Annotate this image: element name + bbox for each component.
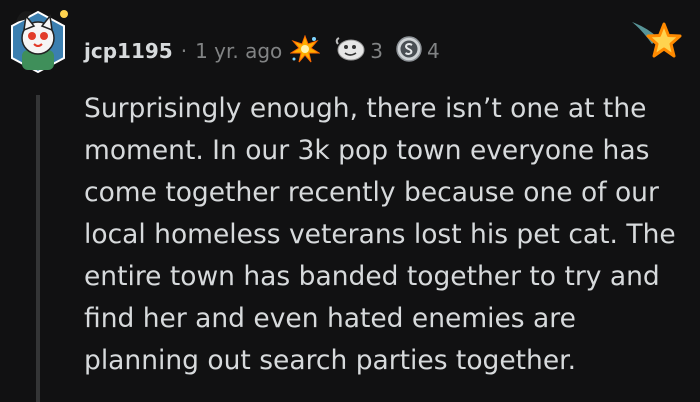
comment-header: jcp1195 · 1 yr. ago 3 4 <box>84 34 440 68</box>
helpful-award-icon <box>334 36 366 66</box>
award-helpful-count: 3 <box>370 39 384 63</box>
username-link[interactable]: jcp1195 <box>84 39 173 63</box>
avatar[interactable] <box>6 6 70 76</box>
silver-award-icon <box>395 35 423 67</box>
award-silver-count: 4 <box>427 39 440 63</box>
timestamp-link[interactable]: 1 yr. ago <box>195 39 282 63</box>
explosion-award-icon <box>289 34 322 67</box>
award-helpful[interactable]: 3 <box>334 36 383 66</box>
award-silver[interactable]: 4 <box>395 35 440 67</box>
comment: jcp1195 · 1 yr. ago 3 4 Surprisingly eno… <box>0 0 700 402</box>
thread-line[interactable] <box>36 95 40 402</box>
comment-body: Surprisingly enough, there isn’t one at … <box>84 93 676 376</box>
meta-separator: · <box>180 39 188 63</box>
award-explosion[interactable] <box>289 34 322 67</box>
star-award-icon <box>630 18 684 66</box>
